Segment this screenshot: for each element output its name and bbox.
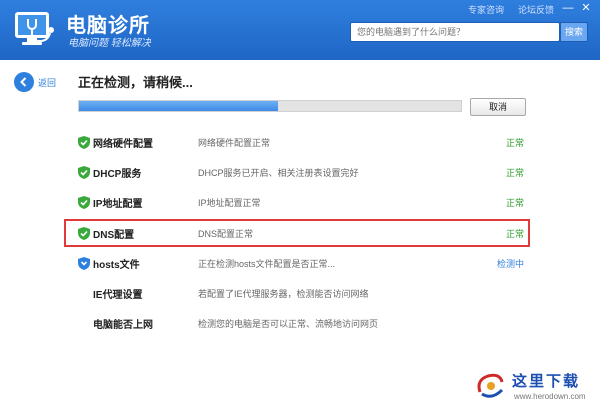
shield-check-icon	[78, 135, 90, 149]
check-name: DHCP服务	[93, 168, 142, 180]
shield-check-icon	[78, 195, 90, 209]
check-name: IP地址配置	[93, 198, 143, 210]
progress-fill	[79, 101, 278, 111]
check-row-dhcp: DHCP服务 DHCP服务已开启、相关注册表设置完好 正常	[76, 158, 526, 186]
check-desc: IP地址配置正常	[198, 197, 261, 208]
check-row-network-hardware: 网络硬件配置 网络硬件配置正常 正常	[76, 128, 526, 156]
check-name: 电脑能否上网	[93, 319, 153, 331]
expert-consult-link[interactable]: 专家咨询	[468, 3, 504, 16]
check-row-ip: IP地址配置 IP地址配置正常 正常	[76, 188, 526, 216]
cancel-button[interactable]: 取消	[470, 98, 526, 116]
back-button[interactable]: 返回	[14, 72, 56, 92]
shield-scanning-icon	[78, 256, 90, 270]
check-row-ie-proxy: IE代理设置 若配置了IE代理服务器，检测能否访问网络	[76, 279, 526, 307]
site-watermark: 这里下载 www.herodown.com	[470, 366, 600, 410]
status-title: 正在检测，请稍候...	[78, 75, 193, 90]
dns-highlight-box	[64, 219, 530, 247]
back-label: 返回	[38, 77, 57, 88]
check-status: 正常	[505, 167, 524, 178]
top-links: 专家咨询 论坛反馈	[468, 3, 554, 16]
watermark-url: www.herodown.com	[514, 392, 586, 401]
doctor-monitor-logo-icon	[15, 12, 54, 45]
title-bar: 电脑诊所 电脑问题 轻松解决 专家咨询 论坛反馈 — ✕ 搜索	[0, 0, 600, 60]
check-name: IE代理设置	[93, 289, 143, 301]
shield-check-icon	[78, 165, 90, 179]
check-desc: DHCP服务已开启、相关注册表设置完好	[198, 167, 359, 178]
swirl-logo-icon	[477, 373, 504, 398]
check-status: 正常	[505, 197, 524, 208]
check-name: 网络硬件配置	[93, 138, 153, 150]
check-row-internet: 电脑能否上网 检测您的电脑是否可以正常、流畅地访问网页	[76, 309, 526, 337]
check-row-hosts: hosts文件 正在检测hosts文件配置是否正常... 检测中	[76, 249, 526, 277]
check-status: 检测中	[496, 258, 524, 269]
check-name: hosts文件	[93, 259, 140, 271]
check-desc: 若配置了IE代理服务器，检测能否访问网络	[198, 288, 369, 299]
search-button[interactable]: 搜索	[560, 22, 588, 42]
watermark-text: 这里下载	[512, 372, 581, 390]
minimize-button[interactable]: —	[560, 2, 576, 14]
close-button[interactable]: ✕	[578, 2, 594, 14]
check-desc: 检测您的电脑是否可以正常、流畅地访问网页	[198, 318, 379, 329]
search-input[interactable]	[350, 22, 560, 42]
app-subtitle: 电脑问题 轻松解决	[68, 38, 151, 49]
progress-bar	[78, 100, 462, 112]
arrow-left-icon	[14, 72, 34, 92]
forum-feedback-link[interactable]: 论坛反馈	[518, 3, 554, 16]
check-desc: 网络硬件配置正常	[198, 137, 271, 148]
check-status: 正常	[505, 137, 524, 148]
check-desc: 正在检测hosts文件配置是否正常...	[198, 258, 336, 269]
